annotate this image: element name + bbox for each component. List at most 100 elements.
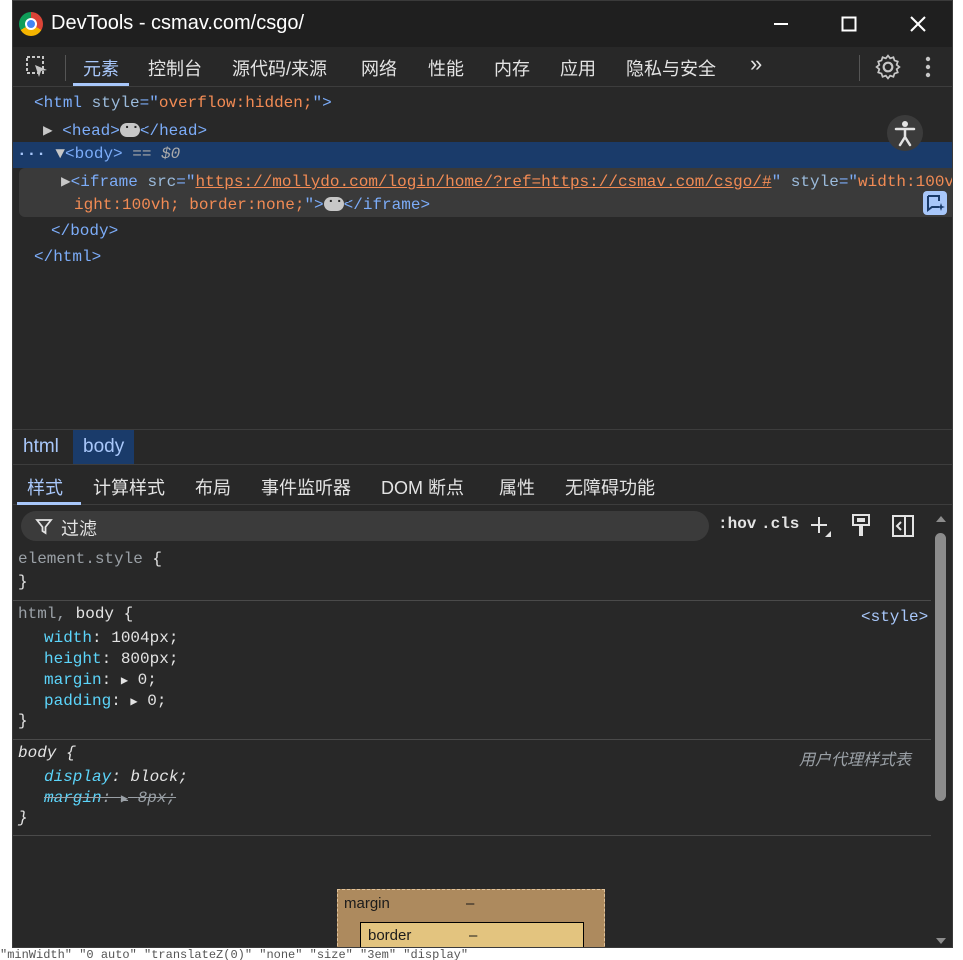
background-console-text: "minWidth" "0 auto" "translateZ(0)" "non… <box>0 948 963 960</box>
new-style-rule-button[interactable] <box>809 515 833 539</box>
toggle-sidebar-button[interactable] <box>891 514 915 538</box>
hover-state-toggle[interactable]: :hov <box>718 515 756 533</box>
tab-memory[interactable]: 内存 <box>494 55 530 81</box>
styles-subtab-bar: 样式 计算样式 布局 事件监听器 DOM 断点 属性 无障碍功能 <box>13 465 952 505</box>
maximize-button[interactable] <box>834 9 864 39</box>
tab-console[interactable]: 控制台 <box>148 55 202 81</box>
style-prop-display[interactable]: display: block; <box>44 768 188 786</box>
toolbar-separator <box>859 55 860 81</box>
breadcrumb-html[interactable]: html <box>13 430 69 464</box>
gear-icon <box>875 54 901 80</box>
rule-divider <box>13 835 931 836</box>
tab-sources[interactable]: 源代码/来源 <box>232 55 327 81</box>
scroll-up-arrow-icon[interactable] <box>933 511 949 527</box>
scroll-down-arrow-icon[interactable] <box>933 933 949 948</box>
breadcrumb-body[interactable]: body <box>73 430 135 464</box>
expand-triangle-icon[interactable]: ▶ <box>61 173 71 191</box>
dom-node-iframe[interactable]: ▶<iframe src="https://mollydo.com/login/… <box>61 171 952 191</box>
minimize-icon <box>774 23 788 25</box>
tab-computed[interactable]: 计算样式 <box>93 474 165 500</box>
maximize-icon <box>841 16 857 32</box>
dom-node-html[interactable]: <html style="overflow:hidden;"> <box>34 94 332 112</box>
tab-accessibility[interactable]: 无障碍功能 <box>565 474 655 500</box>
settings-button[interactable] <box>875 54 901 80</box>
dom-node-body[interactable]: ··· ▼<body> == $0 <box>17 145 180 163</box>
minimize-button[interactable] <box>766 9 796 39</box>
tab-privacy-security[interactable]: 隐私与安全 <box>626 55 716 81</box>
styles-filter-bar: 过滤 :hov .cls <box>13 505 952 545</box>
scrollbar-thumb[interactable] <box>935 533 946 801</box>
box-model-border[interactable]: border – <box>360 922 584 947</box>
styles-scrollbar[interactable] <box>933 511 949 948</box>
user-agent-stylesheet-label: 用户代理样式表 <box>799 752 912 769</box>
tab-event-listeners[interactable]: 事件监听器 <box>261 474 351 500</box>
filter-placeholder: 过滤 <box>61 519 97 539</box>
tab-performance[interactable]: 性能 <box>428 55 464 81</box>
box-model-margin-value[interactable]: – <box>466 895 474 912</box>
tab-network[interactable]: 网络 <box>361 55 397 81</box>
style-prop-margin[interactable]: margin: ▶ 0; <box>44 671 157 689</box>
paint-brush-icon <box>852 514 870 536</box>
rule-divider <box>13 739 931 740</box>
dom-node-html-close[interactable]: </html> <box>34 248 101 266</box>
expand-triangle-icon[interactable]: ▶ <box>43 122 53 140</box>
inspect-cursor-icon <box>26 56 47 77</box>
more-tabs-button[interactable]: » <box>750 51 762 77</box>
tab-properties[interactable]: 属性 <box>499 474 535 500</box>
styles-pane: element.style { } html, body { <style> w… <box>13 545 931 947</box>
rule-close-brace: } <box>18 573 28 591</box>
close-icon <box>910 16 926 32</box>
title-bar: DevTools - csmav.com/csgo/ <box>13 1 952 47</box>
rule-close-brace: } <box>18 809 28 827</box>
box-model-margin[interactable]: margin – border – <box>337 889 605 947</box>
accessibility-tree-button[interactable] <box>887 115 923 151</box>
expand-triangle-icon[interactable]: ▶ <box>121 792 128 806</box>
chrome-logo-icon <box>19 12 43 36</box>
tab-styles[interactable]: 样式 <box>27 474 63 500</box>
tab-dom-breakpoints[interactable]: DOM 断点 <box>381 474 464 500</box>
dom-node-body-close[interactable]: </body> <box>51 222 118 240</box>
kebab-menu-icon <box>925 56 931 78</box>
style-prop-padding[interactable]: padding: ▶ 0; <box>44 692 166 710</box>
accessibility-icon <box>894 121 916 147</box>
class-toggle[interactable]: .cls <box>761 515 799 533</box>
window-title: DevTools - csmav.com/csgo/ <box>51 12 305 34</box>
rule-html-body-selector[interactable]: html, body { <box>18 605 133 623</box>
collapsed-ellipsis-icon[interactable] <box>323 191 352 211</box>
style-prop-margin-overridden[interactable]: margin: ▶ 8px; <box>44 789 176 807</box>
box-model-margin-label: margin <box>344 895 390 912</box>
tab-layout[interactable]: 布局 <box>195 474 231 500</box>
close-button[interactable] <box>903 9 933 39</box>
row-menu-icon[interactable]: ··· <box>17 145 46 163</box>
collapsed-ellipsis-icon[interactable] <box>119 117 148 137</box>
active-tab-indicator <box>73 83 129 86</box>
box-model-border-value[interactable]: – <box>469 927 477 944</box>
rule-element-style[interactable]: element.style { <box>18 550 162 568</box>
sidebar-toggle-icon <box>892 515 914 537</box>
main-tab-bar: 元素 控制台 源代码/来源 网络 性能 内存 应用 隐私与安全 » <box>13 47 952 87</box>
devtools-window: DevTools - csmav.com/csgo/ 元素 控制台 源代码/来源… <box>12 0 953 948</box>
expand-triangle-icon[interactable]: ▶ <box>121 674 128 688</box>
inspect-element-button[interactable] <box>25 55 49 79</box>
collapse-triangle-icon[interactable]: ▼ <box>55 145 65 163</box>
dom-node-iframe-cont: ight:100vh; border:none;"></iframe> <box>74 191 430 214</box>
plus-icon <box>811 517 831 537</box>
rule-divider <box>13 600 931 601</box>
more-options-button[interactable] <box>921 55 935 79</box>
rendering-emulation-button[interactable] <box>851 513 873 539</box>
tab-application[interactable]: 应用 <box>560 55 596 81</box>
filter-input[interactable]: 过滤 <box>21 511 709 541</box>
ai-sparkle-icon <box>927 195 945 212</box>
ai-assistance-button[interactable] <box>923 191 947 215</box>
dom-tree: <html style="overflow:hidden;"> ▶ <head>… <box>13 87 952 429</box>
dom-node-head[interactable]: ▶ <head></head> <box>43 117 207 140</box>
expand-triangle-icon[interactable]: ▶ <box>130 695 137 709</box>
tab-elements[interactable]: 元素 <box>83 55 119 81</box>
style-prop-height[interactable]: height: 800px; <box>44 650 178 668</box>
box-model-border-label: border <box>368 927 412 944</box>
rule-source-link[interactable]: <style> <box>861 608 928 626</box>
rule-body-ua-selector[interactable]: body { <box>18 744 76 762</box>
filter-icon <box>35 519 53 535</box>
style-prop-width[interactable]: width: 1004px; <box>44 629 178 647</box>
iframe-src-link[interactable]: https://mollydo.com/login/home/?ref=http… <box>195 173 771 191</box>
